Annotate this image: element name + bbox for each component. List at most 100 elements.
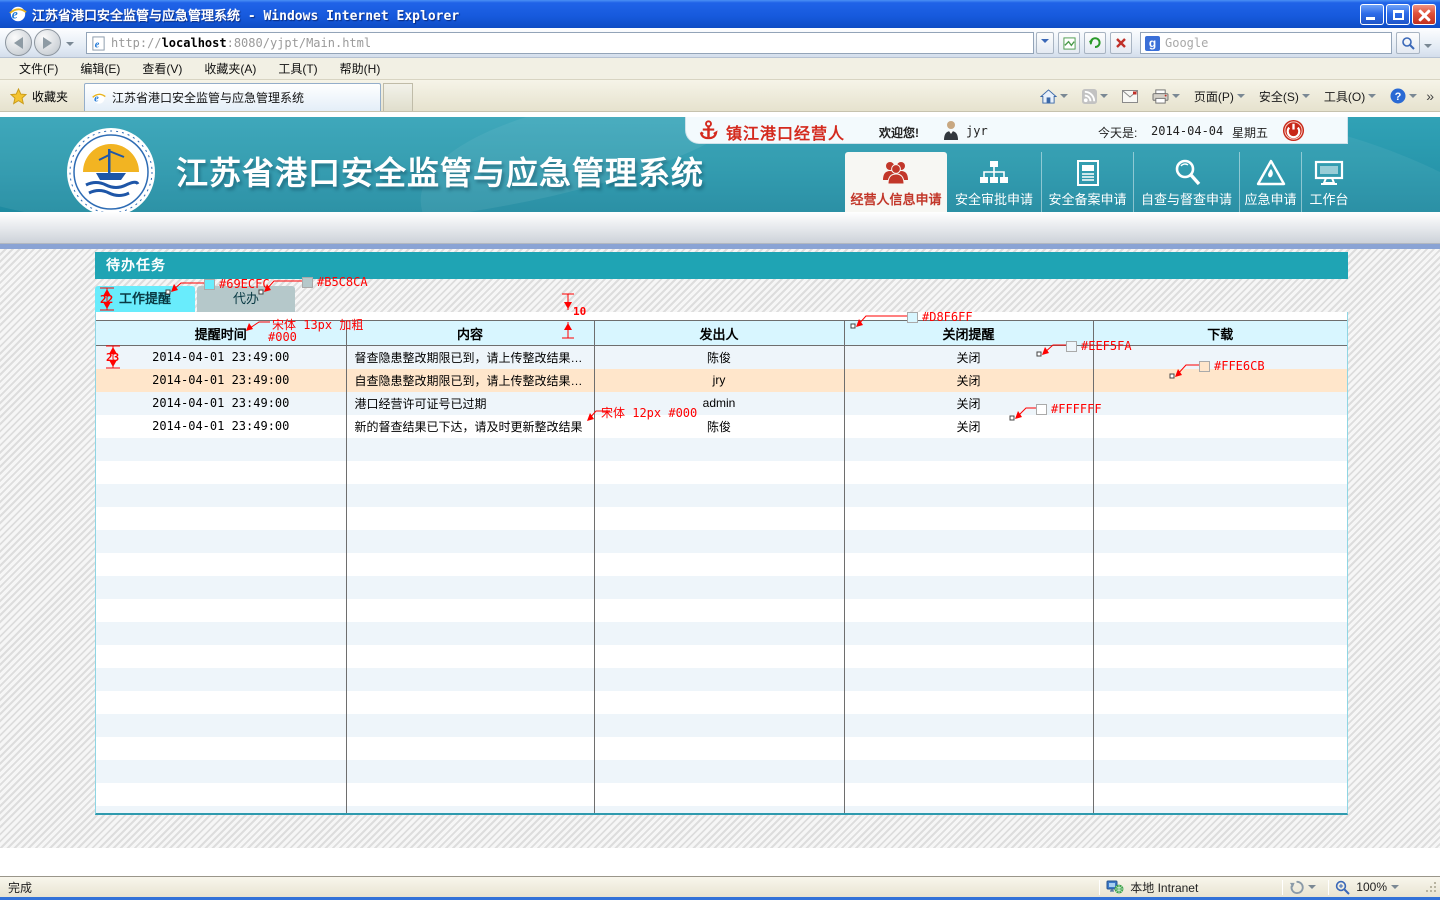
table-row: 2014-04-01 23:49:00督查隐患整改期限已到，请上传整改结果…陈俊… <box>96 346 1347 369</box>
tab-work-reminder[interactable]: 工作提醒 <box>95 286 195 312</box>
close-button[interactable] <box>1412 4 1436 25</box>
search-options-dropdown[interactable] <box>1424 44 1432 52</box>
nav-emergency[interactable]: 应急申请 <box>1239 152 1301 212</box>
cell-close[interactable]: 关闭 <box>844 415 1093 438</box>
cell-time <box>96 599 346 622</box>
nav-workbench[interactable]: 工作台 <box>1301 152 1356 212</box>
search-box[interactable]: g Google <box>1140 32 1392 54</box>
cell-download <box>1093 461 1347 484</box>
cell-download <box>1093 668 1347 691</box>
col-remind-time: 提醒时间 <box>96 321 346 346</box>
magnifier-icon <box>1173 156 1201 186</box>
new-tab-stub[interactable] <box>383 83 413 111</box>
menu-favorites[interactable]: 收藏夹(A) <box>193 58 267 79</box>
cell-time <box>96 714 346 737</box>
protected-mode-icon[interactable] <box>1289 880 1304 895</box>
panel-title: 待办任务 <box>95 252 1348 279</box>
logout-power-button[interactable] <box>1282 119 1305 142</box>
forward-button[interactable] <box>34 29 61 56</box>
cell-time <box>96 553 346 576</box>
favorites-button[interactable]: 收藏夹 <box>4 84 74 108</box>
cell-download <box>1093 714 1347 737</box>
more-commands-chevron[interactable]: » <box>1426 88 1434 104</box>
page-viewport: 江苏省港口安全监管与应急管理系统 镇江港口经营人 欢迎您! jyr 今天是: 2… <box>0 112 1440 876</box>
zoom-dropdown[interactable] <box>1391 885 1399 893</box>
cell-time <box>96 438 346 461</box>
page-menu-button[interactable]: 页面(P) <box>1189 86 1250 107</box>
cell-download <box>1093 760 1347 783</box>
safety-menu-button[interactable]: 安全(S) <box>1254 86 1315 107</box>
todo-table: 提醒时间 内容 发出人 关闭提醒 下载 2014-04-01 23:49:00督… <box>96 320 1347 815</box>
security-zone-label: 本地 Intranet <box>1130 879 1198 896</box>
col-download: 下载 <box>1093 321 1347 346</box>
history-dropdown[interactable] <box>66 42 74 50</box>
menu-file[interactable]: 文件(F) <box>8 58 69 79</box>
menu-tools[interactable]: 工具(T) <box>267 58 328 79</box>
user-avatar <box>942 120 960 141</box>
help-dropdown[interactable] <box>1409 94 1417 102</box>
protected-mode-dropdown[interactable] <box>1308 885 1316 893</box>
table-row-empty <box>96 760 1347 783</box>
warning-triangle-icon <box>1256 156 1286 186</box>
menu-edit[interactable]: 编辑(E) <box>69 58 131 79</box>
resize-grip[interactable] <box>1425 881 1438 894</box>
feeds-dropdown[interactable] <box>1100 94 1108 102</box>
favorites-label: 收藏夹 <box>32 88 68 105</box>
cell-download <box>1093 806 1347 816</box>
address-bar[interactable]: e http://localhost:8080/yjpt/Main.html <box>86 32 1034 54</box>
cell-sender <box>594 530 844 553</box>
search-button[interactable] <box>1396 32 1420 54</box>
cell-close[interactable]: 关闭 <box>844 369 1093 392</box>
stop-icon <box>1115 37 1127 49</box>
zoom-level[interactable]: 100% <box>1356 880 1387 894</box>
minimize-button[interactable] <box>1360 4 1384 25</box>
cell-content <box>346 760 594 783</box>
table-row-empty <box>96 737 1347 760</box>
rss-icon <box>1082 89 1097 104</box>
cell-sender <box>594 806 844 816</box>
restore-button[interactable] <box>1386 4 1410 25</box>
feeds-button[interactable] <box>1077 87 1113 106</box>
stop-button[interactable] <box>1110 32 1132 54</box>
mail-button[interactable] <box>1117 88 1143 105</box>
print-dropdown[interactable] <box>1172 94 1180 102</box>
nav-self-inspection[interactable]: 自查与督查申请 <box>1133 152 1239 212</box>
compatibility-view-button[interactable] <box>1058 32 1080 54</box>
browser-tab[interactable]: e 江苏省港口安全监管与应急管理系统 <box>84 83 381 111</box>
tab-delegate[interactable]: 代办 <box>197 286 295 312</box>
cell-time <box>96 760 346 783</box>
cell-close[interactable]: 关闭 <box>844 392 1093 415</box>
nav-label: 经营人信息申请 <box>850 189 941 208</box>
zoom-icon <box>1335 880 1350 895</box>
home-button[interactable] <box>1035 87 1073 106</box>
nav-label: 安全审批申请 <box>955 189 1033 208</box>
table-row-empty <box>96 553 1347 576</box>
print-button[interactable] <box>1147 87 1185 106</box>
home-icon <box>1040 89 1057 104</box>
menu-help[interactable]: 帮助(H) <box>329 58 392 79</box>
current-date: 2014-04-04 <box>1151 124 1223 138</box>
menu-view[interactable]: 查看(V) <box>131 58 193 79</box>
col-sender: 发出人 <box>594 321 844 346</box>
table-row-empty <box>96 599 1347 622</box>
cell-content <box>346 645 594 668</box>
restore-icon <box>1393 10 1404 20</box>
back-button[interactable] <box>5 29 32 56</box>
minimize-icon <box>1366 17 1375 20</box>
cell-close <box>844 530 1093 553</box>
system-title: 江苏省港口安全监管与应急管理系统 <box>176 148 704 194</box>
nav-safety-approval[interactable]: 安全审批申请 <box>947 152 1041 212</box>
cell-close[interactable]: 关闭 <box>844 346 1093 369</box>
tools-menu-button[interactable]: 工具(O) <box>1319 86 1381 107</box>
address-dropdown-button[interactable] <box>1036 32 1054 54</box>
home-dropdown[interactable] <box>1060 94 1068 102</box>
cell-content <box>346 599 594 622</box>
help-button[interactable]: ? <box>1385 86 1422 106</box>
refresh-button[interactable] <box>1084 32 1106 54</box>
nav-safety-record[interactable]: 安全备案申请 <box>1041 152 1133 212</box>
nav-operator-info[interactable]: 经营人信息申请 <box>845 152 947 212</box>
cell-sender <box>594 668 844 691</box>
forward-icon <box>43 37 52 49</box>
table-row-empty <box>96 714 1347 737</box>
port-logo <box>66 127 156 212</box>
